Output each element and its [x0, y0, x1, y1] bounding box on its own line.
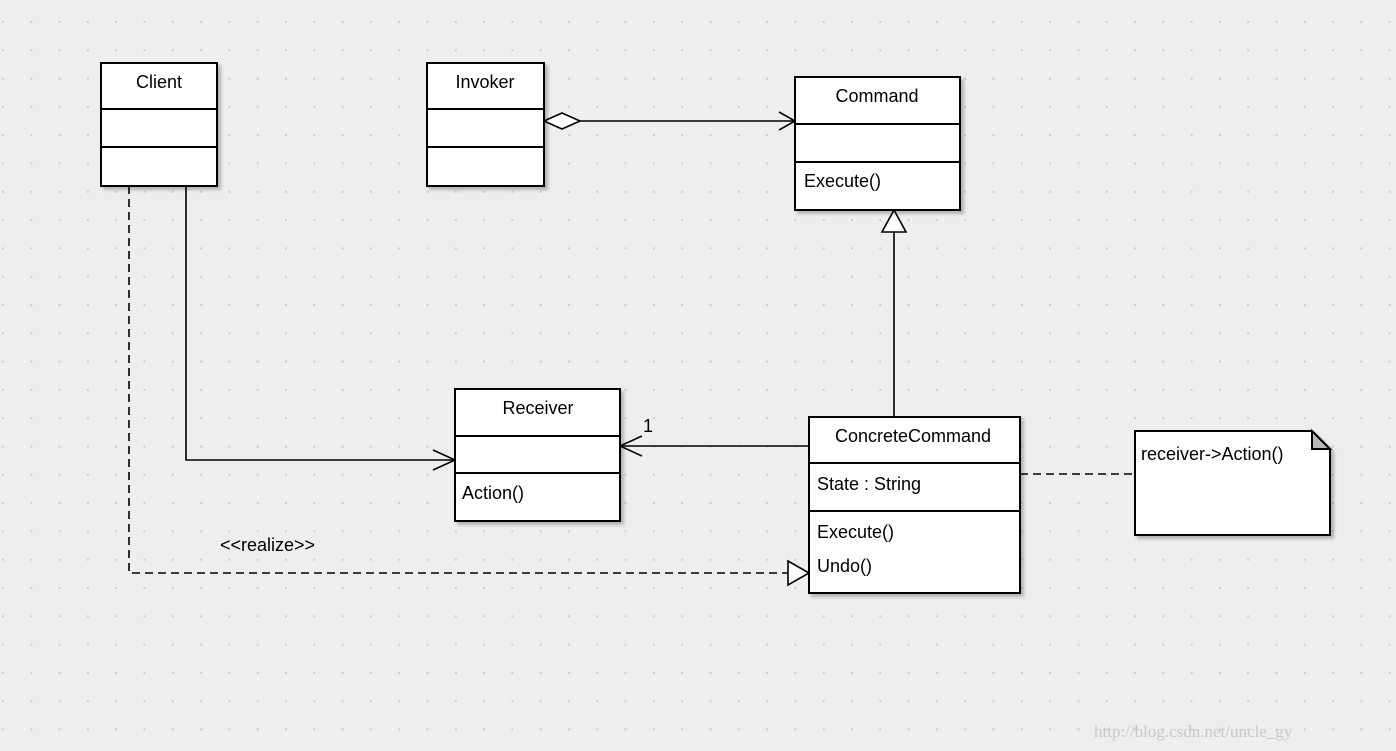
- operation-execute: Execute(): [817, 522, 894, 542]
- operation-undo: Undo(): [817, 556, 872, 576]
- class-name-receiver: Receiver: [502, 398, 573, 418]
- operation-action: Action(): [462, 483, 524, 503]
- operation-execute: Execute(): [804, 171, 881, 191]
- realize-label: <<realize>>: [220, 535, 315, 555]
- multiplicity-label: 1: [643, 416, 653, 436]
- uml-class-diagram: 1 <<realize>> Client Invoker Command Exe…: [0, 0, 1396, 751]
- class-name-concrete-command: ConcreteCommand: [835, 426, 991, 446]
- attribute-state: State : String: [817, 474, 921, 494]
- watermark: http://blog.csdn.net/uncle_gy: [1094, 722, 1293, 741]
- class-name-command: Command: [835, 86, 918, 106]
- class-name-invoker: Invoker: [455, 72, 514, 92]
- note-text: receiver->Action(): [1141, 444, 1284, 464]
- class-name-client: Client: [136, 72, 182, 92]
